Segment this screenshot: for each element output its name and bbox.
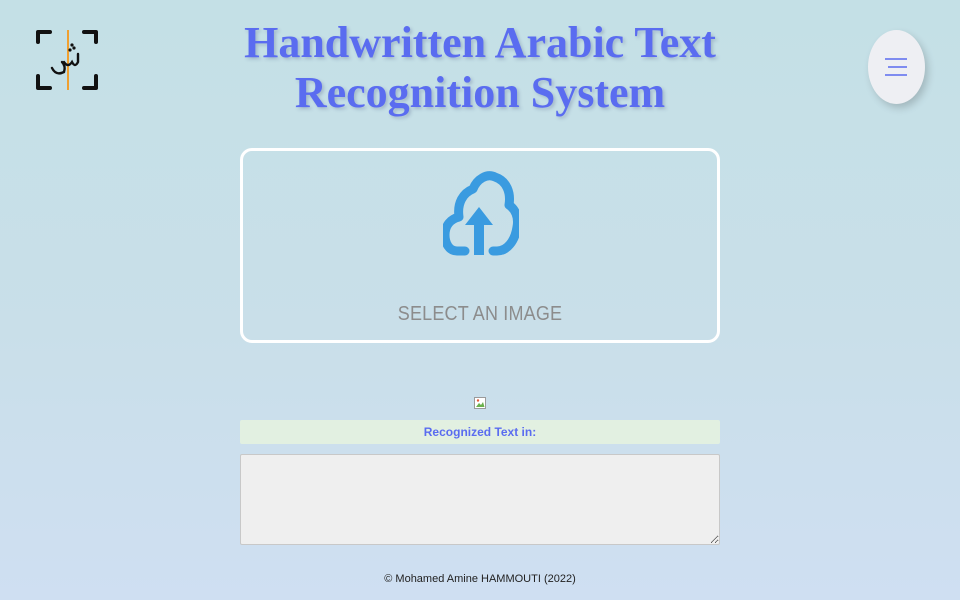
broken-image-icon bbox=[473, 396, 487, 410]
recognized-text-output[interactable] bbox=[240, 454, 720, 545]
select-image-label: SELECT AN IMAGE bbox=[397, 303, 563, 325]
hamburger-menu-icon bbox=[885, 58, 907, 76]
menu-button[interactable] bbox=[868, 30, 925, 104]
title-line-1: Handwritten Arabic Text bbox=[244, 18, 716, 67]
image-upload-dropzone[interactable]: SELECT AN IMAGE bbox=[240, 148, 720, 343]
footer-copyright: © Mohamed Amine HAMMOUTI (2022) bbox=[384, 573, 576, 585]
logo-icon bbox=[34, 28, 100, 92]
cloud-upload-icon bbox=[443, 171, 519, 261]
recognized-text-label: Recognized Text in: bbox=[240, 420, 720, 444]
page-title: Handwritten Arabic Text Recognition Syst… bbox=[180, 18, 780, 118]
title-line-2: Recognition System bbox=[294, 68, 666, 117]
